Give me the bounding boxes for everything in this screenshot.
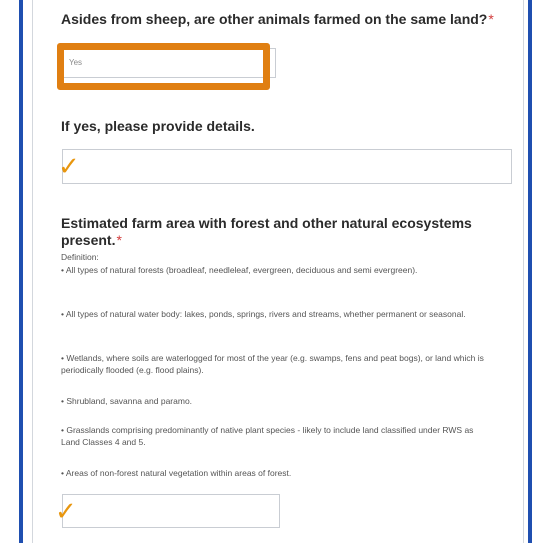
question-details-title: If yes, please provide details. bbox=[61, 118, 255, 134]
frame-border-left bbox=[19, 0, 23, 543]
question-forest-area-title: Estimated farm area with forest and othe… bbox=[61, 215, 501, 249]
definition-bullet: • Wetlands, where soils are waterlogged … bbox=[61, 353, 484, 375]
frame-border-right bbox=[528, 0, 532, 543]
definition-bullet: • Areas of non-forest natural vegetation… bbox=[61, 468, 292, 478]
question-animals-label: Asides from sheep, are other animals far… bbox=[61, 11, 488, 27]
details-text-input[interactable] bbox=[62, 149, 512, 184]
definition-bullet: • All types of natural water body: lakes… bbox=[61, 309, 466, 319]
forest-area-input[interactable] bbox=[62, 494, 280, 528]
definition-label: Definition: bbox=[61, 252, 99, 262]
definition-bullet: • All types of natural forests (broadlea… bbox=[61, 265, 418, 275]
definition-bullet: • Grasslands comprising predominantly of… bbox=[61, 425, 474, 447]
required-asterisk: * bbox=[488, 11, 494, 27]
definition-bullet: • Shrubland, savanna and paramo. bbox=[61, 396, 193, 406]
checkmark-annotation-icon: ✓ bbox=[55, 496, 77, 526]
required-asterisk: * bbox=[116, 232, 122, 248]
checkmark-annotation-icon: ✓ bbox=[58, 151, 80, 181]
question-forest-area-label: Estimated farm area with forest and othe… bbox=[61, 215, 472, 248]
question-animals-title: Asides from sheep, are other animals far… bbox=[61, 11, 494, 27]
highlight-box-annotation bbox=[57, 43, 270, 90]
